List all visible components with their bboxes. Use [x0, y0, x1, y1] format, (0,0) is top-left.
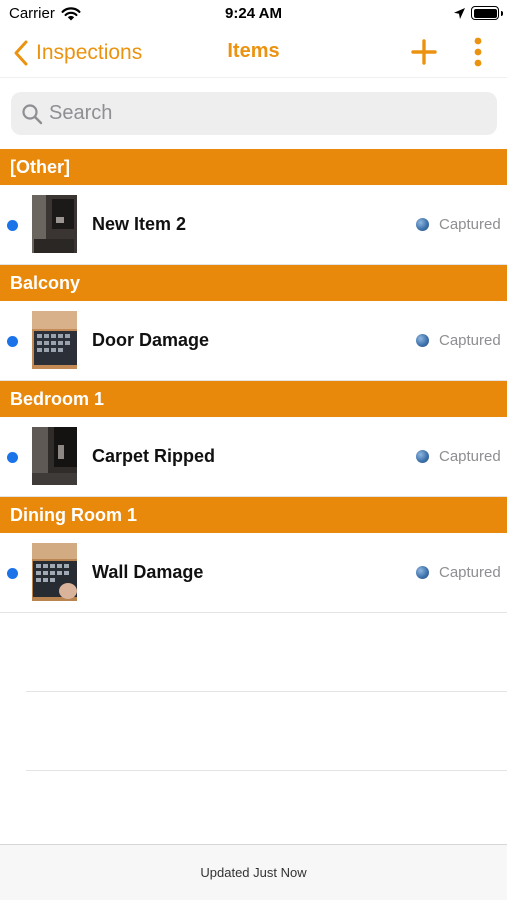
status-indicator: Captured — [416, 564, 501, 581]
status-label: Captured — [439, 564, 501, 581]
status-label: Captured — [439, 332, 501, 349]
section-header: Bedroom 1 — [0, 381, 507, 417]
navigation-bar: Inspections Items — [0, 28, 507, 78]
item-thumbnail — [32, 427, 77, 485]
status-dot-icon — [416, 218, 429, 231]
item-list: [Other] New Item 2 Captured Balcony Door… — [0, 149, 507, 771]
status-dot-icon — [416, 566, 429, 579]
search-bar[interactable] — [11, 92, 497, 135]
item-title: Door Damage — [92, 330, 210, 350]
sync-status-text: Updated Just Now — [200, 865, 307, 880]
empty-row — [26, 692, 507, 771]
item-title: New Item 2 — [92, 214, 187, 234]
search-input[interactable] — [49, 102, 469, 125]
item-thumbnail — [32, 195, 77, 253]
item-thumbnail — [32, 311, 77, 369]
list-item[interactable]: New Item 2 Captured — [0, 185, 507, 265]
unread-dot — [7, 568, 18, 579]
unread-dot — [7, 452, 18, 463]
status-indicator: Captured — [416, 332, 501, 349]
list-item[interactable]: Wall Damage Captured — [0, 533, 507, 613]
more-options-button[interactable] — [468, 36, 488, 68]
list-item[interactable]: Door Damage Captured — [0, 301, 507, 381]
status-bar: Carrier 9:24 AM — [0, 0, 507, 28]
location-arrow-icon — [454, 8, 465, 19]
back-label: Inspections — [36, 41, 143, 64]
status-dot-icon — [416, 450, 429, 463]
clock: 9:24 AM — [225, 5, 282, 22]
status-label: Captured — [439, 216, 501, 233]
status-indicator: Captured — [416, 216, 501, 233]
list-item[interactable]: Carpet Ripped Captured — [0, 417, 507, 497]
section-header: Balcony — [0, 265, 507, 301]
empty-row — [26, 613, 507, 692]
section-header: [Other] — [0, 149, 507, 185]
search-icon — [22, 103, 43, 124]
unread-dot — [7, 220, 18, 231]
bottom-toolbar: Updated Just Now — [0, 844, 507, 900]
back-button[interactable]: Inspections — [12, 36, 142, 70]
item-thumbnail — [32, 543, 77, 601]
status-label: Captured — [439, 448, 501, 465]
item-title: Wall Damage — [92, 562, 204, 582]
section-header: Dining Room 1 — [0, 497, 507, 533]
status-indicator: Captured — [416, 448, 501, 465]
add-item-button[interactable] — [410, 38, 438, 66]
chevron-left-icon — [14, 40, 28, 66]
unread-dot — [7, 336, 18, 347]
battery-icon — [471, 6, 503, 20]
item-title: Carpet Ripped — [92, 446, 216, 466]
status-dot-icon — [416, 334, 429, 347]
